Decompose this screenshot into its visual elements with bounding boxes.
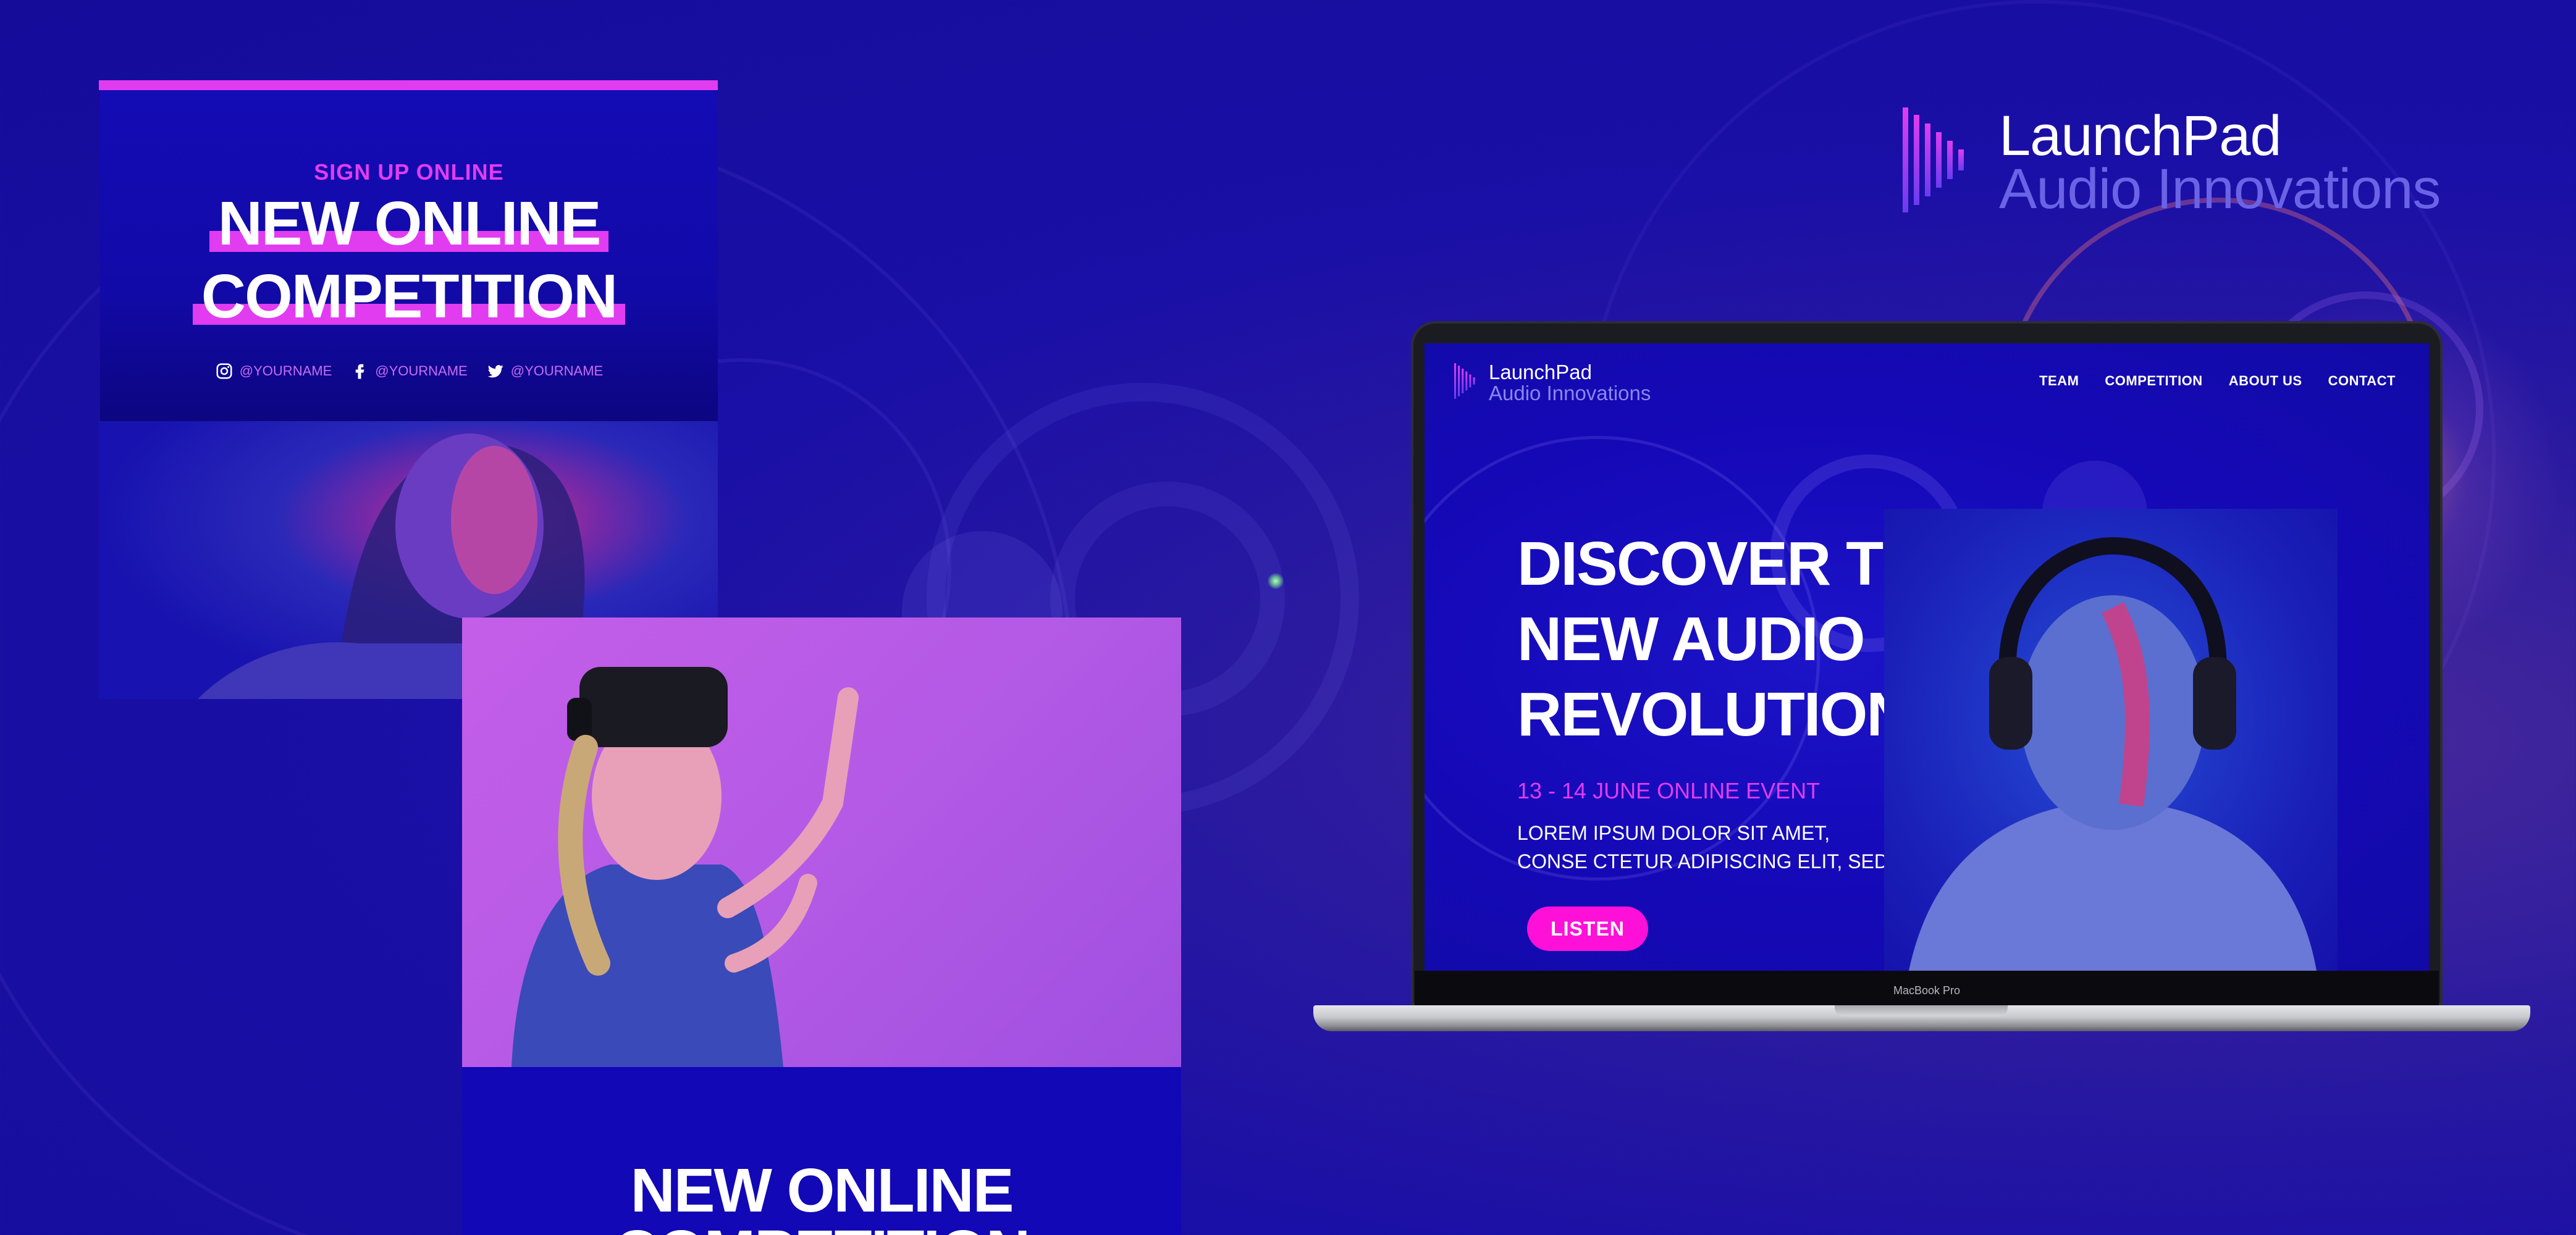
instagram-icon (216, 363, 232, 379)
vr-silhouette (511, 667, 859, 1067)
social-handle: @YOURNAME (375, 363, 468, 379)
hero-body-line: LOREM IPSUM DOLOR SIT AMET, (1517, 822, 1830, 844)
nav-competition[interactable]: COMPETITION (2105, 373, 2202, 389)
site-nav: TEAM COMPETITION ABOUT US CONTACT (2039, 373, 2396, 389)
social-handles: @YOURNAME @YOURNAME @YOURNAME (100, 362, 718, 380)
nav-contact[interactable]: CONTACT (2328, 373, 2396, 389)
light-dot (1268, 573, 1284, 589)
laptop-notch (1835, 1005, 2008, 1016)
headline-text: COMPETITION (201, 262, 618, 331)
man-headphones-photo (1884, 509, 2338, 971)
post-kicker: SIGN UP ONLINE (314, 159, 504, 185)
headphones-silhouette (1909, 537, 2317, 971)
hero-body: LOREM IPSUM DOLOR SIT AMET, CONSE CTETUR… (1517, 819, 1888, 876)
social-handle: @YOURNAME (510, 363, 604, 379)
social-instagram[interactable]: @YOURNAME (215, 362, 332, 380)
social-post-card: NEW ONLINE COMPETITION (462, 618, 1181, 1235)
audio-bars-play-icon (1903, 107, 1964, 212)
accent-line (99, 80, 718, 90)
card-headline: NEW ONLINE COMPETITION (462, 1160, 1181, 1235)
headline-text: NEW ONLINE (217, 189, 602, 258)
woman-vr-headset-photo (462, 618, 1181, 1067)
post-headline-line1: NEW ONLINE (100, 193, 718, 254)
social-facebook[interactable]: @YOURNAME (350, 362, 468, 380)
site-logo-name: LaunchPad (1489, 361, 1592, 383)
post-headline-line2: COMPETITION (100, 266, 718, 327)
social-twitter[interactable]: @YOURNAME (486, 362, 603, 380)
nav-about-us[interactable]: ABOUT US (2229, 373, 2302, 389)
twitter-icon (487, 365, 503, 378)
headline-text: NEW ONLINE COMPETITION (614, 1156, 1030, 1235)
event-date: 13 - 14 JUNE ONLINE EVENT (1517, 778, 1820, 803)
social-handle: @YOURNAME (239, 363, 332, 379)
laptop-model-label: MacBook Pro (1893, 984, 1961, 997)
brand-tagline: Audio Innovations (1999, 157, 2441, 220)
social-post-header: SIGN UP ONLINE NEW ONLINE COMPETITION @Y… (100, 90, 718, 421)
laptop-screen: LaunchPad Audio Innovations TEAM COMPETI… (1425, 343, 2429, 971)
listen-button[interactable]: LISTEN (1527, 906, 1648, 951)
nav-team[interactable]: TEAM (2039, 373, 2079, 389)
site-logo-tagline: Audio Innovations (1489, 382, 1651, 404)
facebook-icon (356, 364, 364, 379)
card-footer: NEW ONLINE COMPETITION (462, 1067, 1181, 1235)
audio-bars-play-icon (1454, 363, 1475, 399)
hero-body-line: CONSE CTETUR ADIPISCING ELIT, SED (1517, 850, 1888, 873)
